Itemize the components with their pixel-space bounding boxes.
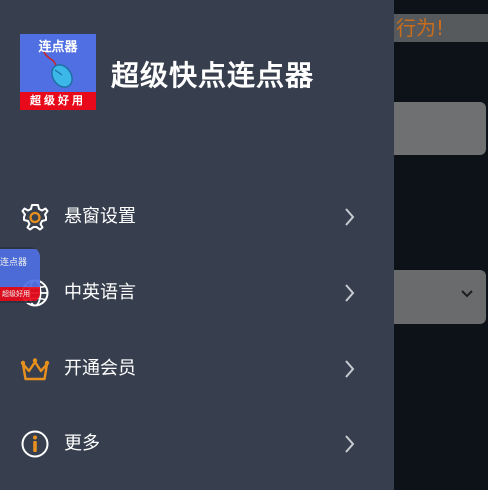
floating-widget[interactable]: 连点器 超级好用	[0, 247, 40, 303]
crown-icon	[20, 358, 50, 381]
chevron-right-icon	[345, 435, 355, 453]
app-logo: 连点器 超级好用	[20, 34, 96, 110]
menu-item-label: 开通会员	[64, 358, 136, 379]
menu-item-label: 中英语言	[64, 282, 136, 303]
floating-widget-bottom-text: 超级好用	[0, 287, 40, 301]
app-title: 超级快点连点器	[111, 59, 315, 92]
chevron-down-icon	[461, 290, 473, 298]
floating-widget-top-text: 连点器	[0, 258, 28, 268]
logo-bottom-text: 超级好用	[20, 92, 96, 110]
menu-item-language[interactable]: 中英语言	[0, 263, 394, 323]
info-icon	[21, 430, 49, 458]
chevron-right-icon	[345, 208, 355, 226]
gear-icon	[21, 204, 49, 231]
navigation-drawer: 连点器 超级好用 超级快点连点器 悬窗设置 中英语言 开通会员 更多	[0, 0, 394, 490]
menu-item-label: 悬窗设置	[64, 206, 136, 227]
menu-item-membership[interactable]: 开通会员	[0, 339, 394, 399]
background-banner: 行为!	[392, 14, 488, 42]
chevron-right-icon	[345, 284, 355, 302]
mouse-icon	[43, 51, 73, 88]
chevron-right-icon	[345, 360, 355, 378]
menu-item-label: 更多	[64, 433, 100, 454]
menu-item-window-settings[interactable]: 悬窗设置	[0, 187, 394, 247]
menu-item-more[interactable]: 更多	[0, 414, 394, 474]
